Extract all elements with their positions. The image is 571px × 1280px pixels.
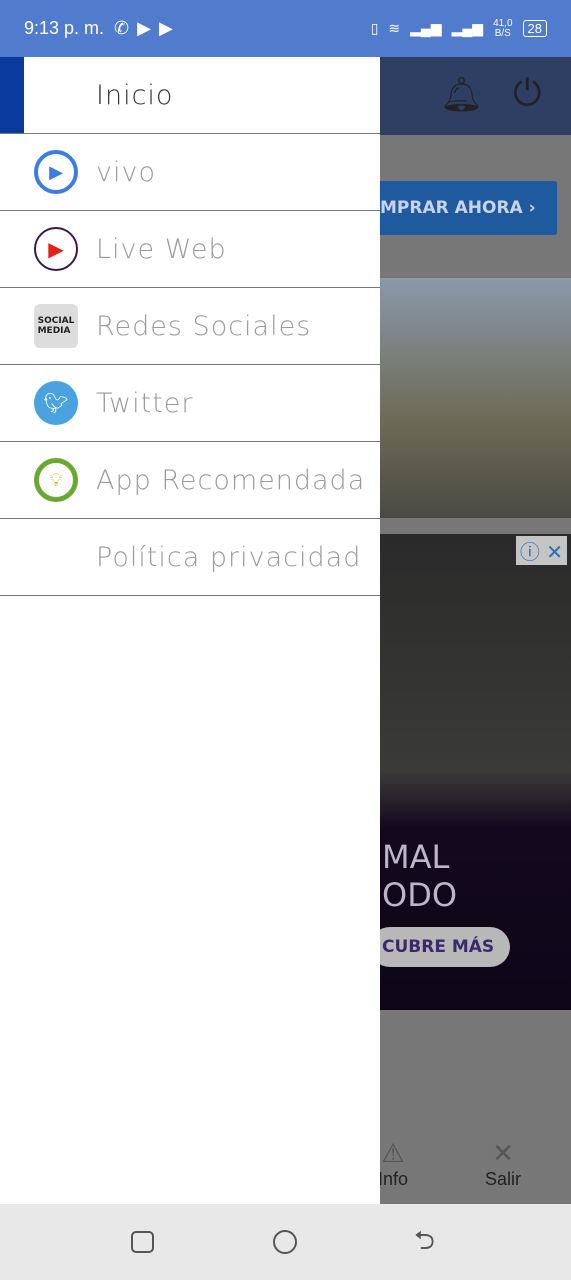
ad-button[interactable]: CUBRE MÁS xyxy=(370,927,510,967)
system-navigation-bar: ⮌ xyxy=(0,1204,571,1280)
battery-icon: 28 xyxy=(522,20,547,37)
youtube-icon: ▶ xyxy=(137,18,151,38)
drawer-item-redes-sociales[interactable]: SOCIAL MEDIA Redes Sociales xyxy=(0,288,380,365)
drawer-item-twitter[interactable]: 🐦︎ Twitter xyxy=(0,365,380,442)
social-media-icon: SOCIAL MEDIA xyxy=(34,304,78,348)
drawer-item-politica-privacidad[interactable]: Política privacidad xyxy=(0,519,380,596)
banner-photo xyxy=(380,278,571,518)
vibrate-icon: ▯ xyxy=(370,20,379,36)
youtube-icon: ▶ xyxy=(158,18,173,38)
drawer-item-app-recomendada[interactable]: 💡︎ App Recomendada xyxy=(0,442,380,519)
drawer-item-inicio[interactable]: Inicio xyxy=(0,57,380,134)
ad-choices-icon[interactable]: ⓘ ✕ xyxy=(515,536,567,565)
buy-now-button[interactable]: MPRAR AHORA › xyxy=(370,181,557,235)
close-icon: ✕ xyxy=(492,1138,514,1168)
info-button[interactable]: ⚠ Info xyxy=(378,1138,408,1190)
clock: 9:13 p. m. xyxy=(24,18,105,38)
home-button[interactable] xyxy=(273,1230,297,1254)
signal-icon: ▂▄▆ xyxy=(410,20,442,36)
drawer-item-vivo[interactable]: ▶ vivo xyxy=(0,134,380,211)
app-bar: 🔔︎ ⏻ xyxy=(380,57,571,135)
wifi-icon: ≋ xyxy=(388,20,401,36)
twitter-icon: 🐦︎ xyxy=(34,381,78,425)
drawer-item-live-web[interactable]: ▶ Live Web xyxy=(0,211,380,288)
warning-icon: ⚠ xyxy=(381,1138,405,1168)
power-icon[interactable]: ⏻ xyxy=(513,73,541,115)
youtube-play-icon: ▶ xyxy=(34,227,78,271)
back-button[interactable]: ⮌ xyxy=(414,1222,435,1266)
whatsapp-icon: ✆ xyxy=(114,18,130,38)
bell-icon[interactable]: 🔔︎ xyxy=(440,75,483,115)
navigation-drawer: Inicio ▶ vivo ▶ Live Web SOCIAL MEDIA Redes … xyxy=(0,57,380,1204)
network-speed: 41,0 B/S xyxy=(493,17,513,39)
exit-button[interactable]: ✕ Salir xyxy=(485,1138,521,1190)
ad-text: MAL ODO xyxy=(382,838,458,914)
lightbulb-icon: 💡︎ xyxy=(34,458,78,502)
play-circle-icon: ▶ xyxy=(34,150,78,194)
recents-button[interactable] xyxy=(131,1231,154,1253)
status-bar: 9:13 p. m. ✆ ▶ ▶ ▯ ≋ ▂▄▆ ▂▄▆ 41,0 B/S 28 xyxy=(0,0,571,57)
signal-icon: ▂▄▆ xyxy=(451,20,484,36)
